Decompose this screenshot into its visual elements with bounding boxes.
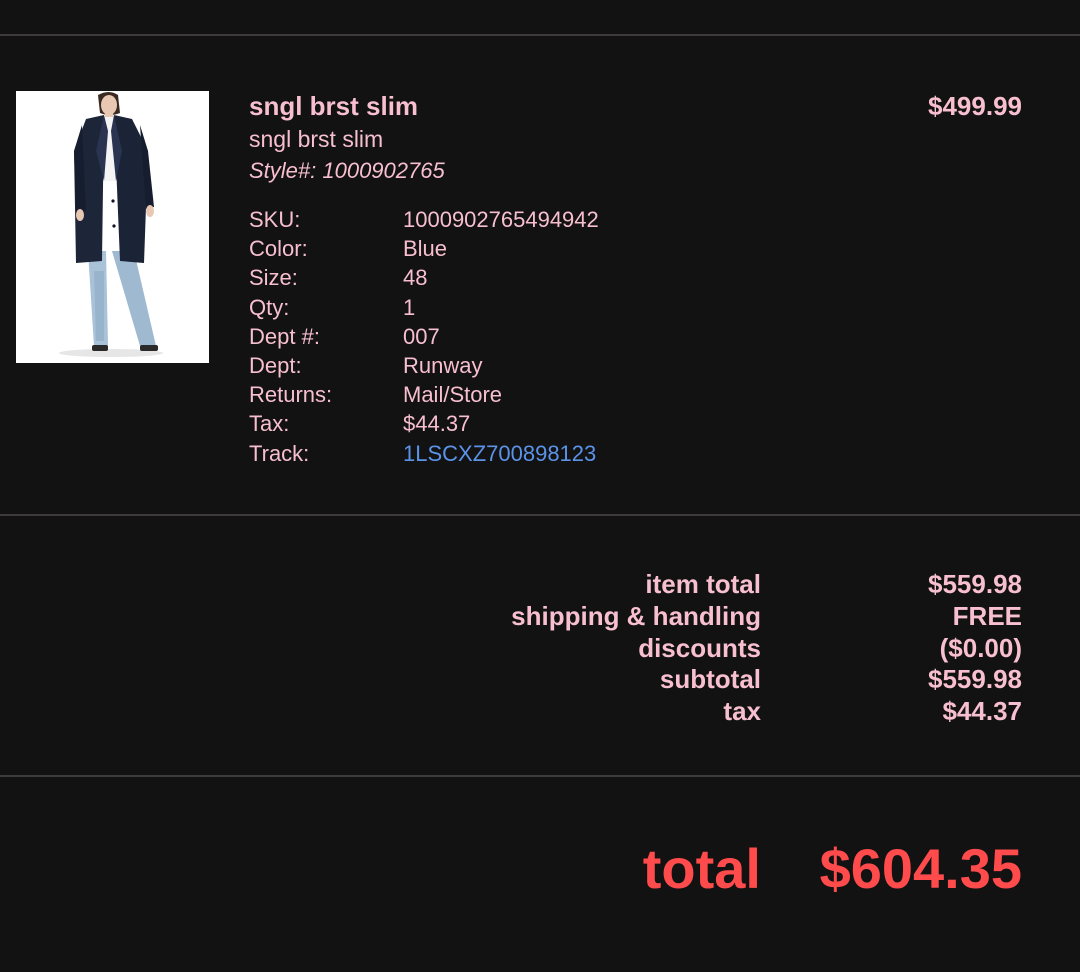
tax-summary-value: $44.37 bbox=[942, 696, 1022, 727]
detail-row-tax: Tax: $44.37 bbox=[249, 409, 599, 438]
detail-row-track: Track: 1LSCXZ700898123 bbox=[249, 439, 599, 468]
item-details: SKU: 1000902765494942 Color: Blue Size: … bbox=[249, 205, 599, 468]
dept-label: Dept: bbox=[249, 352, 302, 378]
detail-row-dept-number: Dept #: 007 bbox=[249, 322, 599, 351]
top-divider bbox=[0, 34, 1080, 36]
detail-row-sku: SKU: 1000902765494942 bbox=[249, 205, 599, 234]
tracking-number-link[interactable]: 1LSCXZ700898123 bbox=[403, 439, 596, 468]
detail-row-qty: Qty: 1 bbox=[249, 293, 599, 322]
shipping-handling-value: FREE bbox=[952, 600, 1022, 631]
color-label: Color: bbox=[249, 236, 308, 262]
size-label: Size: bbox=[249, 265, 298, 291]
item-total-value: $559.98 bbox=[928, 569, 1022, 599]
order-total-label: total bbox=[642, 837, 761, 900]
returns-label: Returns: bbox=[249, 382, 333, 408]
discounts-label: discounts bbox=[638, 632, 761, 663]
subtotal-value: $559.98 bbox=[928, 664, 1022, 695]
tax-value: $44.37 bbox=[403, 411, 471, 437]
qty-value: 1 bbox=[403, 294, 416, 320]
detail-row-color: Color: Blue bbox=[249, 234, 599, 263]
item-style-number: Style#: 1000902765 bbox=[249, 158, 445, 183]
qty-label: Qty: bbox=[249, 294, 290, 320]
item-price: $499.99 bbox=[928, 91, 1022, 121]
product-image[interactable] bbox=[16, 91, 209, 363]
dept-number-label: Dept #: bbox=[249, 323, 320, 349]
sku-label: SKU: bbox=[249, 207, 301, 232]
detail-row-returns: Returns: Mail/Store bbox=[249, 380, 599, 409]
summary-labels: item total shipping & handling discounts… bbox=[511, 569, 761, 728]
item-name[interactable]: sngl brst slim bbox=[249, 90, 418, 122]
discounts-value: ($0.00) bbox=[939, 632, 1022, 663]
track-label: Track: bbox=[249, 440, 310, 466]
size-value: 48 bbox=[403, 265, 428, 291]
detail-row-size: Size: 48 bbox=[249, 263, 599, 292]
bottom-divider bbox=[0, 775, 1080, 777]
subtotal-label: subtotal bbox=[659, 664, 761, 695]
middle-divider bbox=[0, 514, 1080, 516]
dept-number-value: 007 bbox=[403, 323, 440, 349]
tax-summary-label: tax bbox=[723, 696, 761, 727]
summary-values: $559.98 FREE ($0.00) $559.98 $44.37 bbox=[928, 569, 1022, 728]
returns-value: Mail/Store bbox=[403, 382, 503, 408]
shipping-handling-label: shipping & handling bbox=[511, 600, 761, 631]
item-total-label: item total bbox=[645, 569, 761, 599]
tax-label: Tax: bbox=[249, 411, 290, 437]
color-value: Blue bbox=[403, 236, 448, 262]
sku-value: 1000902765494942 bbox=[403, 207, 599, 232]
dept-value: Runway bbox=[403, 352, 483, 378]
item-subname: sngl brst slim bbox=[249, 126, 384, 152]
order-total-value: $604.35 bbox=[819, 837, 1022, 900]
detail-row-dept: Dept: Runway bbox=[249, 351, 599, 380]
